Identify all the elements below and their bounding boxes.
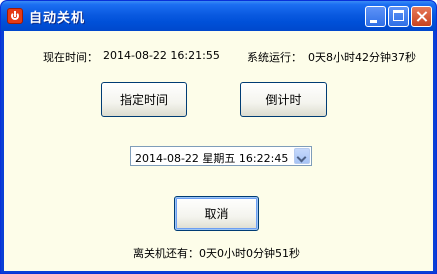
specify-time-button[interactable]: 指定时间 (101, 82, 187, 117)
app-window: 自动关机 现在时间： 2014-08-22 16:21:55 系统运行： 0天8… (0, 0, 437, 274)
window-title: 自动关机 (29, 11, 86, 26)
countdown-button[interactable]: 倒计时 (240, 82, 327, 117)
maximize-button[interactable] (388, 6, 409, 27)
chevron-down-icon[interactable] (294, 148, 310, 164)
cancel-button[interactable]: 取消 (174, 196, 259, 231)
minimize-button[interactable] (365, 6, 386, 27)
current-time-label: 现在时间： (43, 51, 98, 64)
uptime-label: 系统运行： (247, 51, 302, 64)
close-button[interactable] (411, 6, 432, 27)
datetime-value: 2014-08-22 星期五 16:22:45 (135, 152, 289, 165)
current-time-value: 2014-08-22 16:21:55 (103, 49, 220, 62)
power-icon (7, 8, 23, 24)
title-bar[interactable]: 自动关机 (1, 1, 436, 31)
uptime-value: 0天8小时42分钟37秒 (308, 51, 416, 64)
remaining-label: 离关机还有： (133, 247, 199, 260)
datetime-picker[interactable]: 2014-08-22 星期五 16:22:45 (130, 146, 312, 166)
remaining-value: 0天0小时0分钟51秒 (199, 247, 300, 260)
client-area: 现在时间： 2014-08-22 16:21:55 系统运行： 0天8小时42分… (4, 31, 433, 271)
